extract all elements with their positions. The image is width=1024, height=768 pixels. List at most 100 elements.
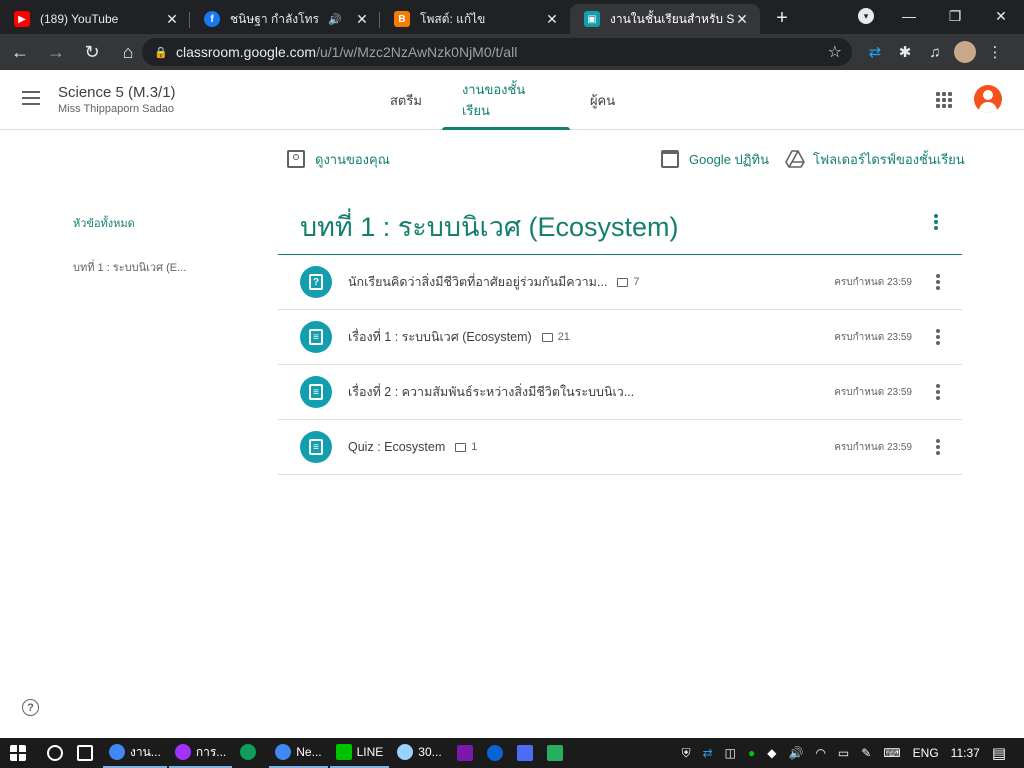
topic-more-options-icon[interactable] (928, 212, 944, 232)
profile-avatar[interactable] (954, 41, 976, 63)
tab-classwork[interactable]: งานของชั้นเรียน (441, 70, 570, 130)
battery-icon[interactable]: ▭ (838, 746, 849, 760)
messenger-icon (174, 744, 191, 760)
assignment-icon: ≡ (300, 431, 332, 463)
classwork-item[interactable]: ? นักเรียนคิดว่าสิ่งมีชีวิตที่อาศัยอยู่ร… (278, 255, 962, 310)
app-grid-icon[interactable] (546, 745, 563, 761)
clock[interactable]: 11:37 (951, 746, 980, 760)
classwork-item[interactable]: ≡ เรื่องที่ 2 : ความสัมพันธ์ระหว่างสิ่งม… (278, 365, 962, 420)
keyboard-icon[interactable]: ⌨ (883, 746, 900, 760)
user-avatar[interactable] (974, 85, 1002, 113)
item-more-options-icon[interactable] (936, 384, 940, 400)
comment-count: 1 (455, 441, 477, 453)
class-drive-folder-link[interactable]: โฟลเดอร์ไดรฟ์ของชั้นเรียน (785, 146, 965, 172)
comment-count: 21 (541, 331, 570, 343)
close-tab-icon[interactable]: ✕ (164, 11, 180, 27)
browser-tab-strip: ▶ (189) YouTube ✕ f ชนิษฐา กำลังโทร 🔊 ✕ … (0, 0, 1024, 34)
taskbar-app-chrome-classroom[interactable]: งาน... (103, 738, 167, 768)
item-title: เรื่องที่ 2 : ความสัมพันธ์ระหว่างสิ่งมีช… (348, 385, 635, 399)
lock-icon[interactable]: 🔒 (154, 46, 168, 59)
pen-icon[interactable]: ✎ (861, 746, 871, 760)
extensions-area: ⇄ ✱ ♫ ⋮ (860, 34, 1010, 70)
weather-cloud-icon (397, 744, 414, 760)
reload-icon[interactable]: ↻ (76, 36, 108, 68)
address-bar[interactable]: 🔒 classroom.google.com/u/1/w/Mzc2NzAwNzk… (142, 38, 852, 66)
assignment-icon: ≡ (300, 376, 332, 408)
close-tab-icon[interactable]: ✕ (354, 11, 370, 27)
window-controls: — ❐ ✕ (886, 0, 1024, 32)
classwork-item[interactable]: ≡ Quiz : Ecosystem 1 ครบกำหนด 23:59 (278, 420, 962, 475)
tab-search-icon[interactable]: ▾ (858, 8, 874, 24)
sidebar-item-all-topics[interactable]: หัวข้อทั้งหมด (73, 214, 135, 232)
forward-icon[interactable]: → (40, 36, 72, 68)
item-more-options-icon[interactable] (936, 274, 940, 290)
bookmark-star-icon[interactable]: ☆ (828, 42, 842, 62)
blogger-icon: B (394, 11, 410, 27)
minimize-icon[interactable]: — (886, 0, 932, 32)
vpn-icon[interactable]: ◫ (725, 746, 736, 760)
media-control-icon[interactable]: ♫ (920, 37, 950, 67)
tab-people[interactable]: ผู้คน (570, 70, 635, 130)
translate-extension-icon[interactable]: ⇄ (860, 37, 890, 67)
google-apps-icon[interactable] (936, 92, 952, 108)
class-nav-tabs: สตรีม งานของชั้นเรียน ผู้คน (370, 70, 635, 130)
browser-tab-youtube[interactable]: ▶ (189) YouTube ✕ (0, 4, 190, 34)
onenote-icon[interactable] (456, 745, 473, 761)
assignment-icon: ≡ (300, 321, 332, 353)
classwork-item[interactable]: ≡ เรื่องที่ 1 : ระบบนิเวศ (Ecosystem) 21… (278, 310, 962, 365)
chrome-icon (275, 744, 292, 760)
line-icon (335, 744, 352, 760)
taskbar-app-line[interactable]: LINE (329, 738, 390, 768)
google-calendar-label: Google ปฏิทิน (689, 151, 769, 167)
diamond-icon[interactable]: ◆ (767, 746, 776, 760)
facebook-icon: f (204, 11, 220, 27)
browser-tab-blogger[interactable]: B โพสต์: แก้ไข ✕ (380, 4, 570, 34)
taskbar-app-weather[interactable]: 30... (391, 738, 447, 768)
new-tab-button[interactable]: + (768, 4, 796, 32)
chrome-icon (109, 744, 125, 760)
notification-icon[interactable]: ▤ (992, 744, 1006, 762)
volume-icon[interactable]: 🔊 (788, 746, 803, 760)
home-icon[interactable]: ⌂ (112, 36, 144, 68)
windows-start-icon[interactable] (10, 745, 26, 761)
item-title: Quiz : Ecosystem (348, 440, 446, 454)
question-icon: ? (300, 266, 332, 298)
google-calendar-link[interactable]: Google ปฏิทิน (661, 146, 769, 172)
browser-tab-facebook[interactable]: f ชนิษฐา กำลังโทร 🔊 ✕ (190, 4, 380, 34)
line-tray-icon[interactable]: ● (748, 746, 755, 760)
restore-icon[interactable]: ❐ (932, 0, 978, 32)
input-language[interactable]: ENG (913, 746, 939, 760)
extensions-puzzle-icon[interactable]: ✱ (890, 37, 920, 67)
comment-icon (617, 277, 629, 287)
browser-toolbar: ← → ↻ ⌂ 🔒 classroom.google.com/u/1/w/Mzc… (0, 34, 1024, 70)
taskbar-app-messenger[interactable]: การ... (168, 738, 233, 768)
sidebar-item-topic-1[interactable]: บทที่ 1 : ระบบนิเวศ (E... (73, 258, 186, 276)
youtube-icon: ▶ (14, 11, 30, 27)
view-your-work-link[interactable]: ดูงานของคุณ (287, 146, 390, 172)
close-tab-icon[interactable]: ✕ (544, 11, 560, 27)
browser-tab-classroom[interactable]: ▣ งานในชั้นเรียนสำหรับ Scien ✕ (570, 4, 760, 34)
item-more-options-icon[interactable] (936, 439, 940, 455)
audio-playing-icon[interactable]: 🔊 (328, 13, 342, 26)
help-icon[interactable]: ? (22, 699, 39, 716)
tab-stream[interactable]: สตรีม (370, 70, 442, 130)
onedrive-icon[interactable] (486, 745, 503, 761)
close-window-icon[interactable]: ✕ (978, 0, 1024, 32)
search-icon[interactable] (47, 745, 63, 761)
item-more-options-icon[interactable] (936, 329, 940, 345)
windows-taskbar: งาน... การ... Ne... LINE 30... ⛨ ⇄ ◫ ● ◆… (0, 738, 1024, 768)
taskbar-app-chrome-new[interactable]: Ne... (269, 738, 328, 768)
due-time: ครบกำหนด 23:59 (834, 441, 912, 453)
wifi-icon[interactable]: ◠ (815, 746, 825, 760)
security-shield-icon[interactable]: ⛨ (682, 746, 691, 761)
close-tab-icon[interactable]: ✕ (734, 11, 750, 27)
comment-icon (455, 442, 467, 452)
back-icon[interactable]: ← (4, 36, 36, 68)
task-view-icon[interactable] (77, 745, 93, 761)
taskbar-app-edge[interactable] (234, 738, 267, 768)
class-title[interactable]: Science 5 (M.3/1) (58, 84, 176, 101)
audio-levels-icon[interactable] (516, 745, 533, 761)
translate-tray-icon[interactable]: ⇄ (703, 746, 713, 760)
main-menu-icon[interactable] (22, 91, 40, 105)
chrome-menu-icon[interactable]: ⋮ (980, 37, 1010, 67)
